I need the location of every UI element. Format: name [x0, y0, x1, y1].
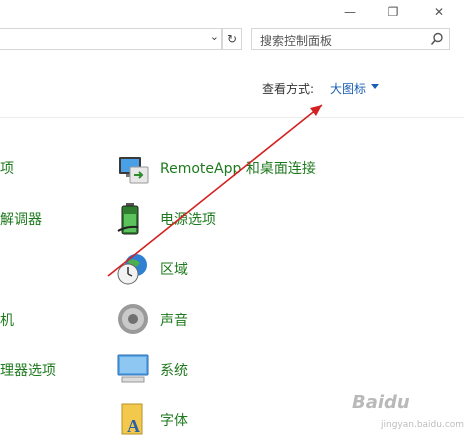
- chevron-down-icon[interactable]: ⌄: [210, 30, 219, 43]
- left-item[interactable]: 项: [0, 158, 14, 178]
- view-by-label: 查看方式:: [262, 82, 315, 96]
- fonts-item[interactable]: 字体: [160, 410, 188, 430]
- region-item[interactable]: 区域: [160, 259, 188, 279]
- caret-down-icon[interactable]: [371, 84, 379, 89]
- annotation-arrow-icon: [107, 104, 323, 277]
- search-input[interactable]: 搜索控制面板: [251, 28, 450, 50]
- left-item[interactable]: 机: [0, 310, 14, 330]
- left-item[interactable]: 理器选项: [0, 360, 56, 380]
- power-options-item[interactable]: 电源选项: [160, 209, 216, 229]
- left-item[interactable]: 解调器: [0, 209, 42, 229]
- remoteapp-item[interactable]: RemoteApp 和桌面连接: [160, 158, 316, 178]
- maximize-button[interactable]: ❐: [378, 0, 408, 24]
- refresh-button[interactable]: ↻: [222, 28, 242, 50]
- close-button[interactable]: ✕: [424, 0, 454, 24]
- search-placeholder: 搜索控制面板: [260, 34, 333, 48]
- divider: [0, 117, 464, 118]
- svg-text:A: A: [127, 416, 140, 436]
- speaker-icon: [118, 304, 148, 334]
- title-bar: — ❐ ✕: [0, 0, 464, 24]
- system-item[interactable]: 系统: [160, 360, 188, 380]
- watermark-url: jingyan.baidu.com: [381, 420, 464, 430]
- sound-item[interactable]: 声音: [160, 310, 188, 330]
- address-bar[interactable]: ⌄: [0, 28, 222, 50]
- watermark-text: Baidu: [352, 392, 410, 413]
- view-by-dropdown[interactable]: 大图标: [330, 80, 366, 97]
- minimize-button[interactable]: —: [335, 0, 365, 24]
- remoteapp-icon: [119, 157, 149, 184]
- refresh-icon: ↻: [226, 32, 238, 46]
- region-clock-icon: [117, 254, 147, 285]
- monitor-icon: [117, 354, 149, 383]
- font-icon: A: [121, 403, 143, 436]
- battery-icon: [117, 203, 139, 235]
- search-icon[interactable]: [430, 32, 444, 46]
